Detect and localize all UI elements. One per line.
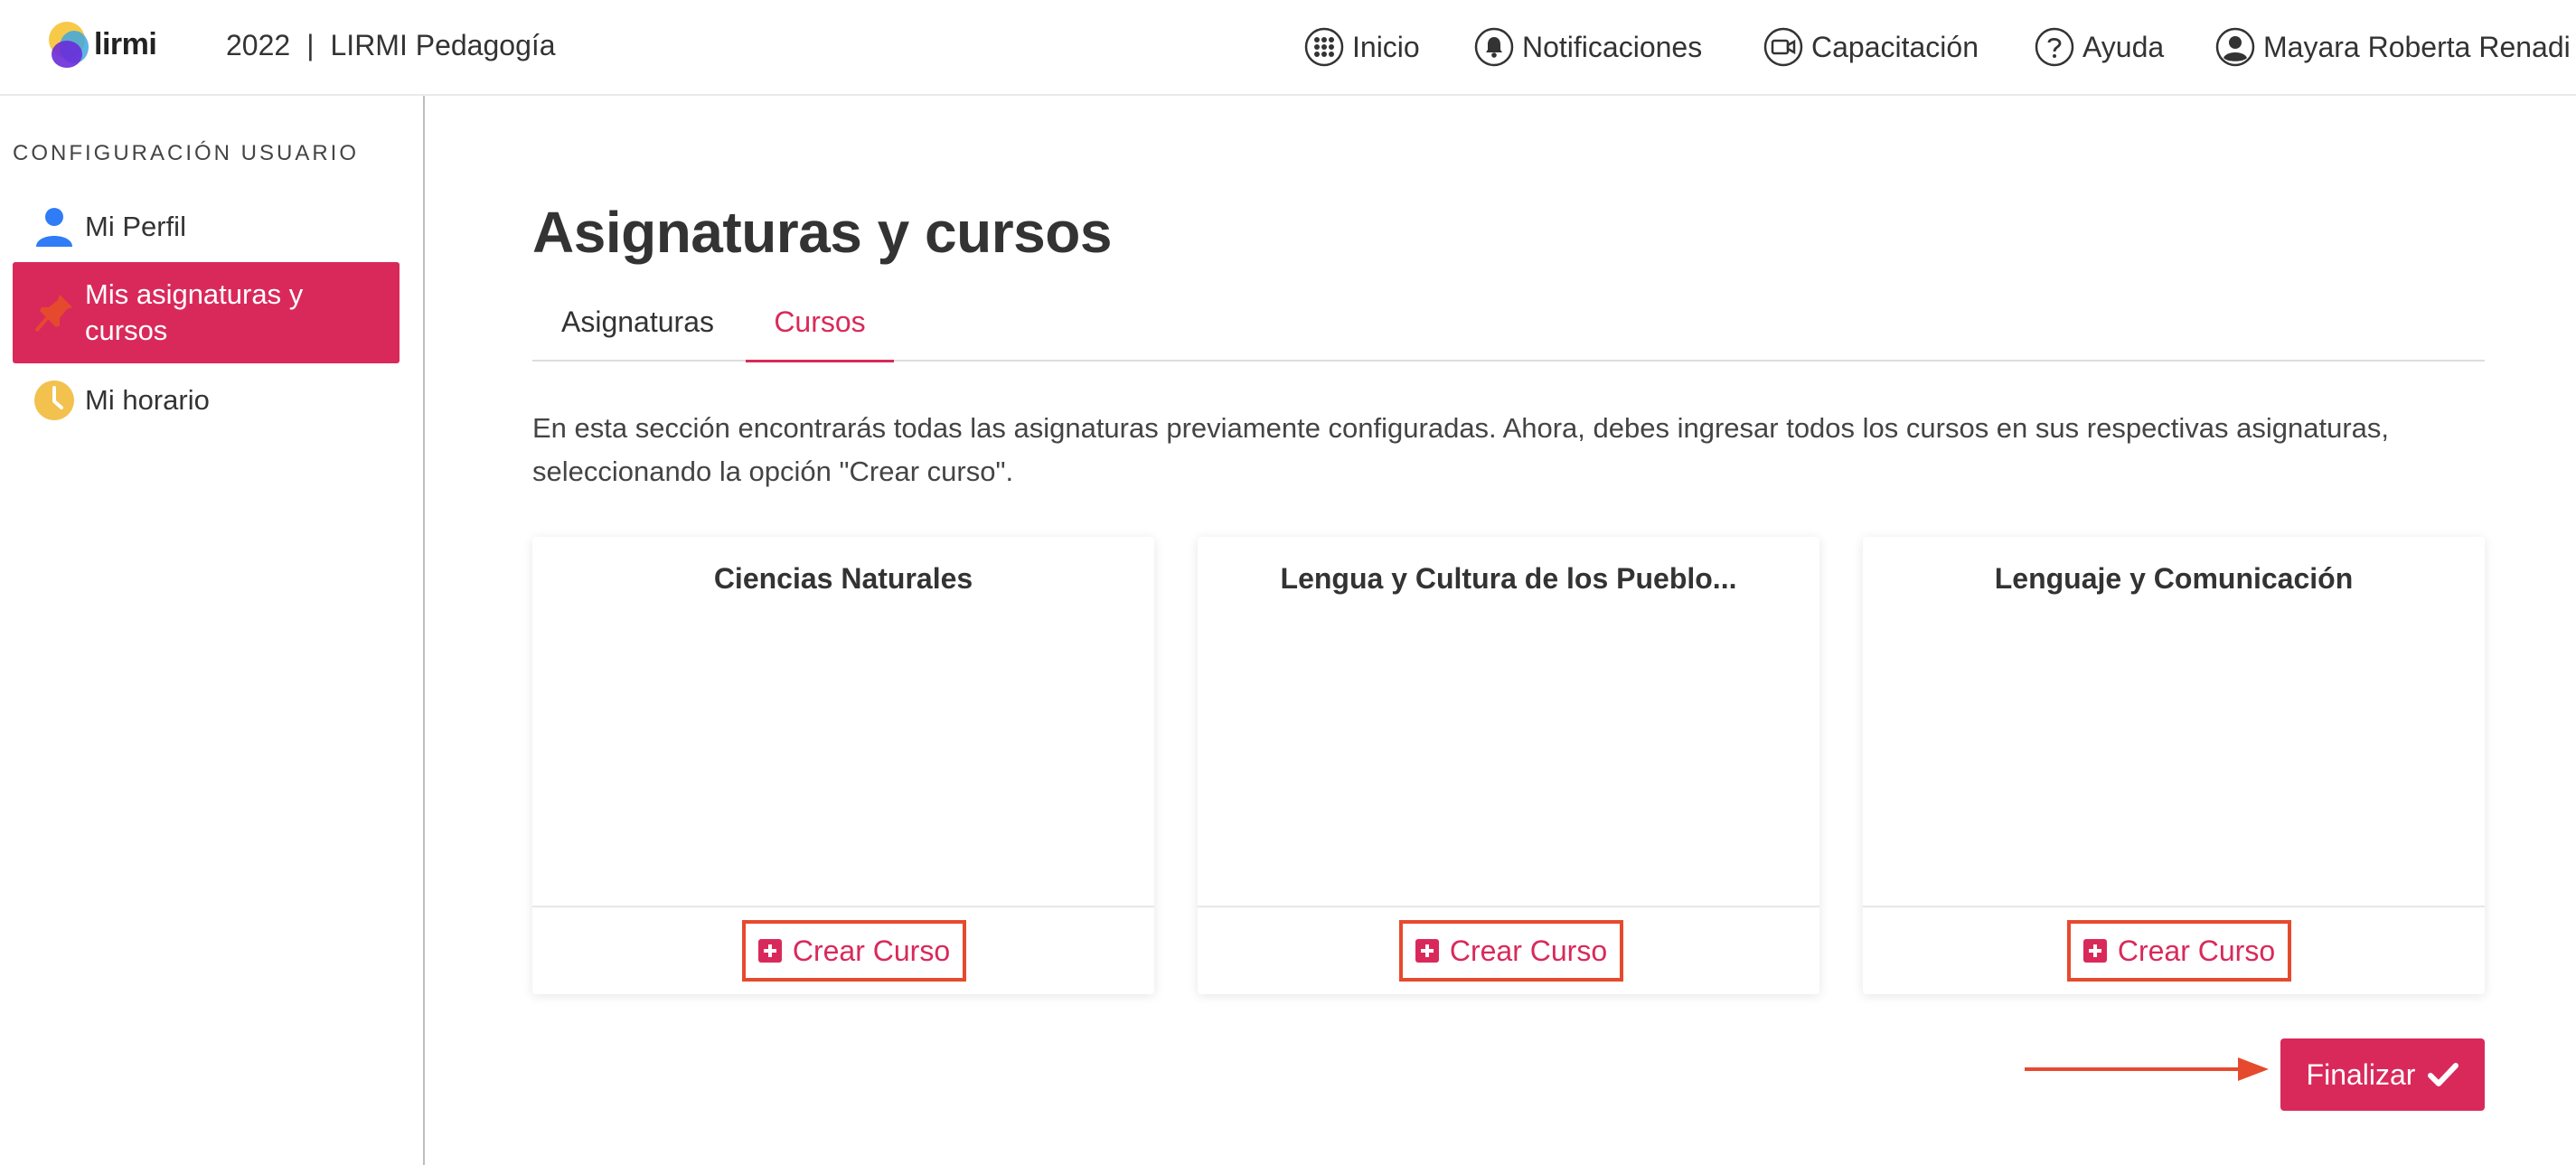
- bell-icon: [1473, 26, 1515, 68]
- lirmi-logo-icon: [49, 22, 89, 68]
- crear-curso-label: Crear Curso: [2117, 934, 2276, 967]
- plus-icon: [757, 939, 782, 963]
- card-footer: Crear Curso: [1198, 906, 1819, 994]
- plus-icon: [2082, 939, 2107, 963]
- nav-inicio-label: Inicio: [1352, 30, 1420, 63]
- nav-user-profile[interactable]: Mayara Roberta Renadi: [2214, 23, 2571, 70]
- checkmark-icon: [2428, 1063, 2459, 1086]
- page-title: Asignaturas y cursos: [532, 200, 1112, 265]
- intro-line-1: En esta sección encontrarás todas las as…: [532, 412, 2390, 444]
- card-title: Ciencias Naturales: [713, 562, 973, 595]
- sidebar-item-label-line1: Mis asignaturas y: [85, 278, 304, 310]
- intro-text: En esta sección encontrarás todas las as…: [532, 407, 2494, 493]
- card-title: Lenguaje y Comunicación: [1994, 562, 2354, 595]
- user-name: Mayara Roberta Renadi: [2263, 30, 2571, 63]
- crear-curso-button[interactable]: Crear Curso: [1399, 920, 1623, 982]
- card-footer: Crear Curso: [1863, 906, 2485, 994]
- crear-curso-button[interactable]: Crear Curso: [742, 920, 966, 982]
- annotation-arrow-icon: [2025, 1057, 2269, 1081]
- sidebar-item-mi-horario[interactable]: Mi horario: [13, 372, 400, 428]
- context-breadcrumb: 2022 | LIRMI Pedagogía: [226, 29, 556, 62]
- crear-curso-button[interactable]: Crear Curso: [2067, 920, 2291, 982]
- finalizar-button[interactable]: Finalizar: [2280, 1038, 2485, 1111]
- nav-capacitacion[interactable]: Capacitación: [1763, 23, 1979, 70]
- nav-capacitacion-label: Capacitación: [1811, 30, 1979, 63]
- pin-icon: [33, 291, 76, 334]
- top-bar: lirmi 2022 | LIRMI Pedagogía Inicio Notifi…: [0, 0, 2576, 96]
- sidebar: CONFIGURACIÓN USUARIO Mi Perfil Mis asig…: [0, 96, 425, 1165]
- subject-card: Lengua y Cultura de los Pueblo... Crear …: [1198, 537, 1819, 994]
- separator: |: [306, 29, 315, 61]
- tab-cursos[interactable]: Cursos: [746, 305, 894, 362]
- subject-card: Ciencias Naturales Crear Curso: [532, 537, 1154, 994]
- logo-text: lirmi: [94, 27, 157, 61]
- intro-line-2: seleccionando la opción "Crear curso".: [532, 456, 1014, 487]
- sidebar-item-label: Mi Perfil: [85, 211, 186, 242]
- year-label: 2022: [226, 29, 291, 61]
- crear-curso-label: Crear Curso: [1449, 934, 1608, 967]
- video-icon: [1763, 26, 1804, 68]
- crear-curso-label: Crear Curso: [792, 934, 951, 967]
- help-icon: [2034, 26, 2075, 68]
- nav-ayuda-label: Ayuda: [2082, 30, 2165, 63]
- tab-bar: Asignaturas Cursos: [532, 298, 2485, 362]
- sidebar-item-mis-asignaturas[interactable]: Mis asignaturas y cursos: [13, 262, 400, 363]
- nav-ayuda[interactable]: Ayuda: [2034, 23, 2164, 70]
- grid-icon: [1303, 26, 1345, 68]
- tab-asignaturas[interactable]: Asignaturas: [561, 305, 720, 360]
- sidebar-item-label: Mis asignaturas y cursos: [85, 277, 303, 349]
- sidebar-heading: CONFIGURACIÓN USUARIO: [13, 141, 360, 165]
- person-icon: [33, 205, 76, 249]
- plus-icon: [1415, 939, 1439, 963]
- sidebar-item-label-line2: cursos: [85, 315, 168, 346]
- clock-icon: [33, 379, 76, 422]
- user-avatar-icon: [2214, 26, 2256, 68]
- lirmi-logo[interactable]: lirmi: [47, 20, 157, 72]
- nav-inicio[interactable]: Inicio: [1303, 23, 1420, 70]
- product-name: LIRMI Pedagogía: [330, 29, 556, 61]
- sidebar-item-label: Mi horario: [85, 384, 210, 416]
- sidebar-item-mi-perfil[interactable]: Mi Perfil: [13, 199, 400, 255]
- card-footer: Crear Curso: [532, 906, 1154, 994]
- finalizar-label: Finalizar: [2306, 1057, 2416, 1091]
- subject-card: Lenguaje y Comunicación Crear Curso: [1863, 537, 2485, 994]
- nav-notificaciones-label: Notificaciones: [1522, 30, 1703, 63]
- nav-notificaciones[interactable]: Notificaciones: [1473, 23, 1702, 70]
- card-title: Lengua y Cultura de los Pueblo...: [1280, 562, 1737, 595]
